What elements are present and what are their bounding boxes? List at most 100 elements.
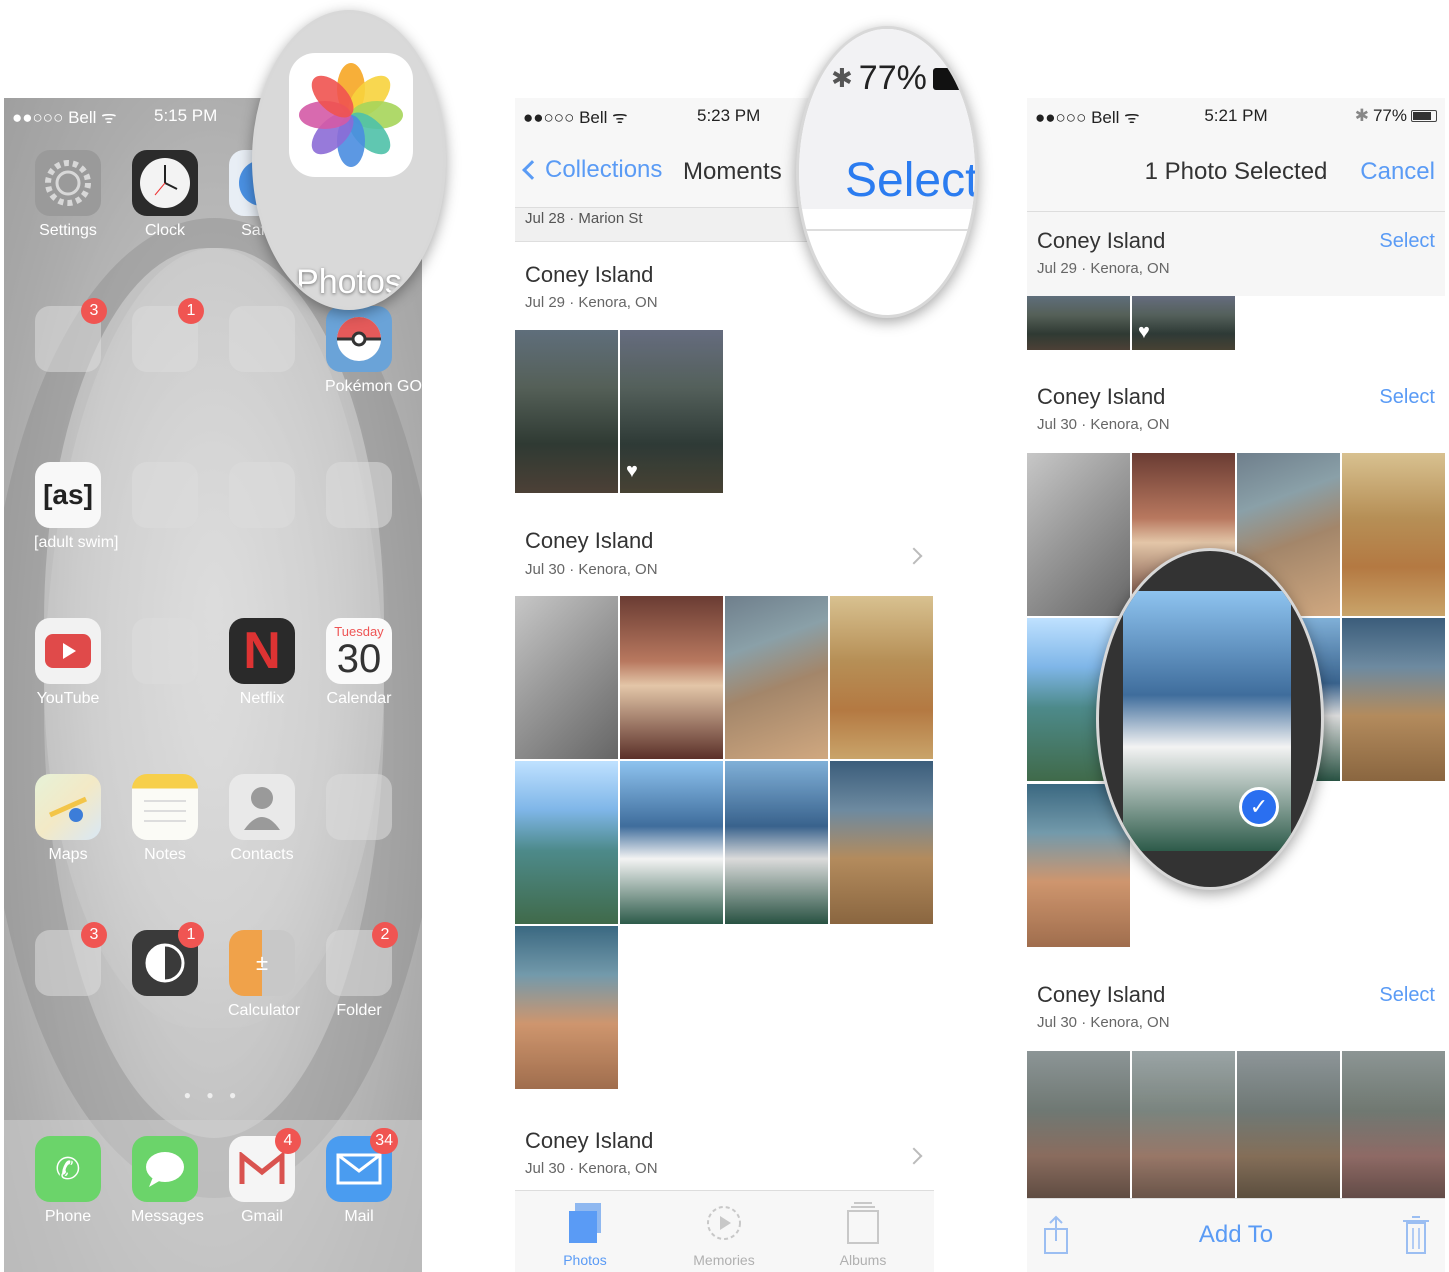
- chevron-right-icon[interactable]: [905, 547, 923, 565]
- heart-icon: ♥: [1138, 321, 1150, 343]
- person-icon: [229, 774, 295, 840]
- tab-photos[interactable]: Photos: [535, 1201, 635, 1268]
- chevron-right-icon[interactable]: [905, 1147, 923, 1165]
- photo-thumbnail[interactable]: [830, 761, 933, 924]
- app-youtube[interactable]: YouTube: [34, 618, 102, 708]
- section-header: Coney Island Jul 30 · Kenora, ON Select: [1027, 968, 1445, 1052]
- section-title: Coney Island: [525, 262, 654, 287]
- battery-icon: [932, 67, 973, 90]
- app-circle[interactable]: 1: [131, 922, 204, 1002]
- folder-icon: [229, 306, 295, 372]
- photo-thumbnail[interactable]: [725, 596, 828, 759]
- section-title: Coney Island: [525, 1128, 654, 1153]
- photo-thumbnail[interactable]: [1132, 1051, 1235, 1201]
- page-indicator: ● ● ●: [183, 1088, 243, 1102]
- dock-messages[interactable]: Messages: [131, 1136, 204, 1226]
- photo-thumbnail[interactable]: [725, 761, 828, 924]
- section-select-button[interactable]: Select: [1379, 386, 1435, 409]
- calendar-icon: Tuesday 30: [326, 618, 392, 684]
- tab-bar: Photos Memories Albums: [515, 1190, 934, 1272]
- notification-badge: 2: [372, 922, 398, 948]
- albums-icon: [847, 1202, 879, 1244]
- photo-thumbnail[interactable]: [1342, 618, 1445, 781]
- carrier-label: ●●○○○ Bell ᯤ: [12, 107, 117, 127]
- app-calendar[interactable]: Tuesday 30 Calendar: [325, 618, 393, 708]
- section-title: Coney Island: [525, 528, 654, 553]
- heart-icon: ♥: [626, 460, 638, 482]
- notification-badge: 34: [370, 1128, 398, 1154]
- app-settings[interactable]: Settings: [34, 150, 102, 240]
- collections-back-button[interactable]: Collections: [522, 156, 662, 184]
- section-header: Coney Island Jul 29 · Kenora, ON Select: [1027, 212, 1445, 296]
- notification-badge: 1: [178, 298, 204, 324]
- app-folder-camera[interactable]: [228, 306, 296, 378]
- photo-thumbnail[interactable]: [620, 596, 723, 759]
- photo-thumbnail[interactable]: ♥: [1132, 296, 1235, 350]
- app-folder-music[interactable]: [325, 774, 393, 846]
- gear-icon: [35, 150, 101, 216]
- memories-icon: [707, 1206, 741, 1240]
- select-button[interactable]: Select: [845, 153, 975, 208]
- photos-app-icon[interactable]: [289, 53, 413, 177]
- half-circle-icon: 1: [132, 922, 204, 996]
- app-folder-photo-apps[interactable]: [131, 462, 199, 534]
- photo-thumbnail[interactable]: [515, 761, 618, 924]
- tab-albums[interactable]: Albums: [813, 1201, 913, 1268]
- photo-thumbnail[interactable]: [1027, 296, 1130, 350]
- photo-thumbnail[interactable]: [1342, 453, 1445, 616]
- photo-thumbnail[interactable]: [620, 761, 723, 924]
- app-clock[interactable]: Clock: [131, 150, 199, 240]
- trash-icon[interactable]: [1403, 1215, 1429, 1255]
- dock-phone[interactable]: ✆ Phone: [34, 1136, 102, 1226]
- app-calculator[interactable]: ± Calculator: [228, 930, 300, 1020]
- photo-thumbnail[interactable]: ♥: [620, 330, 723, 493]
- app-folder-streaming[interactable]: [131, 618, 199, 690]
- section-select-button[interactable]: Select: [1379, 230, 1435, 253]
- bluetooth-icon: ✱: [1354, 106, 1369, 125]
- photo-thumbnail[interactable]: [515, 596, 618, 759]
- gmail-icon: 4: [229, 1128, 301, 1202]
- notes-icon: [132, 774, 198, 840]
- photo-thumbnail[interactable]: [1342, 1051, 1445, 1201]
- status-time: 5:15 PM: [154, 106, 218, 125]
- nav-bar: 1 Photo Selected Cancel: [1027, 134, 1445, 212]
- section-select-button[interactable]: Select: [1379, 984, 1435, 1007]
- tab-memories[interactable]: Memories: [674, 1201, 774, 1268]
- dock-mail[interactable]: 34 Mail: [325, 1128, 398, 1226]
- select-magnifier: ✱ 77% Select: [796, 26, 978, 318]
- app-folder-finance[interactable]: [325, 462, 393, 534]
- app-adult-swim[interactable]: [as] [adult swim]: [34, 462, 118, 552]
- photo-thumbnail[interactable]: [1237, 1051, 1340, 1201]
- app-contacts[interactable]: Contacts: [228, 774, 296, 864]
- app-notes[interactable]: Notes: [131, 774, 199, 864]
- battery-indicator: ✱ 77%: [1355, 106, 1437, 126]
- app-folder-misc[interactable]: 2 Folder: [325, 922, 398, 1020]
- notification-badge: 3: [81, 298, 107, 324]
- app-folder-messaging[interactable]: 1: [131, 298, 204, 378]
- app-folder-utilities[interactable]: [228, 462, 296, 534]
- app-folder-productivity[interactable]: 3: [34, 922, 107, 1002]
- app-netflix[interactable]: N Netflix: [228, 618, 296, 708]
- selected-photo-magnifier: ✓: [1096, 548, 1324, 890]
- app-maps[interactable]: Maps: [34, 774, 102, 864]
- photo-thumbnail[interactable]: [515, 926, 618, 1089]
- status-time: 5:23 PM: [697, 106, 761, 125]
- section-subtitle: Jul 29 · Kenora, ON: [525, 294, 658, 311]
- folder-icon: 1: [132, 298, 204, 372]
- photo-thumbnail[interactable]: [1027, 1051, 1130, 1201]
- bluetooth-icon: ✱: [831, 63, 853, 93]
- photos-app-label: Photos: [296, 263, 402, 301]
- photo-thumbnail[interactable]: [515, 330, 618, 493]
- photos-flower-icon: [299, 63, 403, 167]
- photo-thumbnail[interactable]: [830, 596, 933, 759]
- dock-gmail[interactable]: 4 Gmail: [228, 1128, 301, 1226]
- status-bar: ●●○○○ Bell ᯤ 5:21 PM ✱ 77%: [1027, 98, 1445, 134]
- folder-icon: 3: [35, 298, 107, 372]
- add-to-button[interactable]: Add To: [1027, 1221, 1445, 1249]
- cancel-button[interactable]: Cancel: [1360, 158, 1435, 186]
- pokeball-icon: [326, 306, 392, 372]
- app-folder-social[interactable]: 3: [34, 298, 107, 378]
- photo-thumbnail[interactable]: [1027, 453, 1130, 616]
- calculator-icon: ±: [229, 930, 295, 996]
- app-pokemon-go[interactable]: Pokémon GO: [325, 306, 422, 396]
